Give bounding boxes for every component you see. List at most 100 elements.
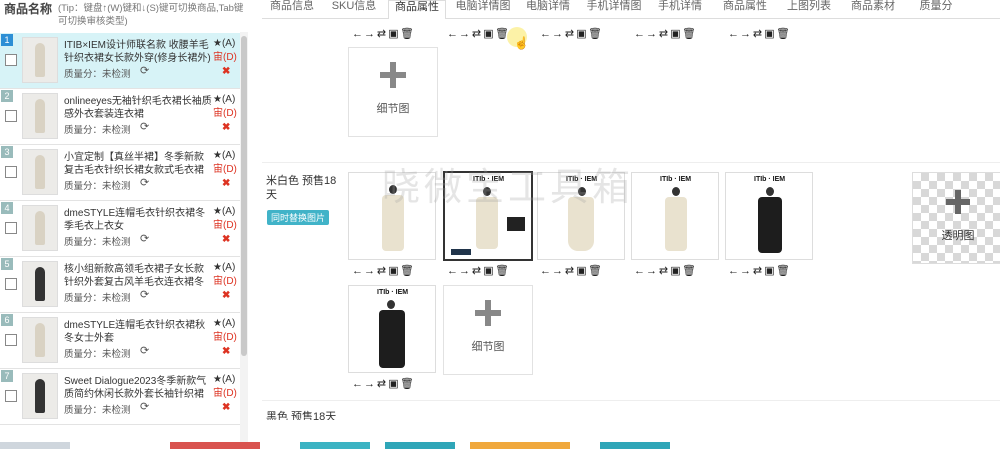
close-icon[interactable]: ✖ <box>213 233 239 247</box>
product-row[interactable]: 3 小宜定制【真丝半裙】冬季新款复古毛衣针织长裙女款式毛衣裙子套装质量分：未检测 ⟳… <box>0 145 240 201</box>
refresh-icon[interactable]: ⟳ <box>140 400 149 413</box>
image-icon[interactable]: ▣ <box>483 264 495 278</box>
close-icon[interactable]: ✖ <box>213 65 239 79</box>
image-icon[interactable]: ▣ <box>483 27 495 41</box>
delete-button[interactable]: 宙(D) <box>213 219 239 233</box>
close-icon[interactable]: ✖ <box>213 289 239 303</box>
product-row[interactable]: 6 dmeSTYLE连帽毛衣针织衣裙秋冬女士外套 质量分：未检测 ⟳ ★(A) 宙(D) ✖ <box>0 313 240 369</box>
arrow-right-icon[interactable]: → <box>364 27 376 41</box>
star-button[interactable]: ★(A) <box>213 149 239 163</box>
product-image-5[interactable]: ITIb · IEM <box>725 172 813 260</box>
image-icon[interactable]: ▣ <box>388 377 400 391</box>
repeat-icon[interactable]: ⇄ <box>471 27 483 41</box>
tab-product-info[interactable]: 商品信息 <box>262 0 322 18</box>
arrow-left-icon[interactable]: ← <box>634 264 646 278</box>
refresh-icon[interactable]: ⟳ <box>140 64 149 77</box>
repeat-icon[interactable]: ⇄ <box>564 27 576 41</box>
row-checkbox[interactable] <box>5 390 17 402</box>
repeat-icon[interactable]: ⇄ <box>658 264 670 278</box>
arrow-right-icon[interactable]: → <box>459 27 471 41</box>
arrow-left-icon[interactable]: ← <box>540 27 552 41</box>
trash-icon[interactable]: 🗑 <box>588 264 602 278</box>
transparent-image-button[interactable]: 透明图 <box>912 172 1000 264</box>
tab-mobile-detail[interactable]: 手机详情 <box>652 0 708 18</box>
row-checkbox[interactable] <box>5 334 17 346</box>
arrow-left-icon[interactable]: ← <box>447 27 459 41</box>
product-image-6[interactable]: ITIb · IEM <box>348 285 436 373</box>
product-row[interactable]: 1 ITIB×IEM设计师联名款 收腰羊毛针织衣裙女长款外穿(修身长裙外) 质量分：… <box>0 33 240 89</box>
arrow-left-icon[interactable]: ← <box>352 264 364 278</box>
tab-product-images[interactable]: 商品属性 <box>388 0 446 20</box>
trash-icon[interactable]: 🗑 <box>400 264 414 278</box>
trash-icon[interactable]: 🗑 <box>400 377 414 391</box>
tab-product-materials[interactable]: 商品素材 <box>844 0 902 18</box>
arrow-right-icon[interactable]: → <box>646 264 658 278</box>
close-icon[interactable]: ✖ <box>213 401 239 415</box>
product-thumbnail[interactable] <box>22 317 58 363</box>
tab-mobile-detail-images[interactable]: 手机详情图 <box>580 0 648 18</box>
image-icon[interactable]: ▣ <box>388 27 400 41</box>
tab-pc-detail-images[interactable]: 电脑详情图 <box>450 0 516 18</box>
arrow-right-icon[interactable]: → <box>552 27 564 41</box>
product-thumbnail[interactable] <box>22 149 58 195</box>
product-thumbnail[interactable] <box>22 261 58 307</box>
row-checkbox[interactable] <box>5 278 17 290</box>
add-detail-image-button-2[interactable]: 细节图 <box>443 285 533 375</box>
product-thumbnail[interactable] <box>22 373 58 419</box>
arrow-right-icon[interactable]: → <box>364 264 376 278</box>
delete-button[interactable]: 宙(D) <box>213 331 239 345</box>
product-row[interactable]: 5 核小组新款高领毛衣裙子女长款针织外套复古风羊毛衣连衣裙冬季质量分：未检测 ⟳ ★(… <box>0 257 240 313</box>
row-checkbox[interactable] <box>5 222 17 234</box>
delete-button[interactable]: 宙(D) <box>213 163 239 177</box>
image-icon[interactable]: ▣ <box>670 27 682 41</box>
star-button[interactable]: ★(A) <box>213 93 239 107</box>
trash-icon[interactable]: 🗑 <box>495 27 509 41</box>
delete-button[interactable]: 宙(D) <box>213 51 239 65</box>
tab-sku-info[interactable]: SKU信息 <box>324 0 384 18</box>
repeat-icon[interactable]: ⇄ <box>658 27 670 41</box>
row-checkbox[interactable] <box>5 54 17 66</box>
product-row[interactable]: 4 dmeSTYLE连帽毛衣针织衣裙冬季毛衣上衣女 质量分：未检测 ⟳ ★(A) 宙(D)… <box>0 201 240 257</box>
arrow-left-icon[interactable]: ← <box>728 27 740 41</box>
refresh-icon[interactable]: ⟳ <box>140 344 149 357</box>
arrow-right-icon[interactable]: → <box>459 264 471 278</box>
product-row[interactable]: 2 onlineeyes无袖针织毛衣裙长袖质感外衣套装连衣裙 质量分：未检测 ⟳ ★(A… <box>0 89 240 145</box>
star-button[interactable]: ★(A) <box>213 37 239 51</box>
trash-icon[interactable]: 🗑 <box>682 27 696 41</box>
tab-product-attributes[interactable]: 商品属性 <box>716 0 774 18</box>
row-checkbox[interactable] <box>5 110 17 122</box>
arrow-right-icon[interactable]: → <box>552 264 564 278</box>
refresh-icon[interactable]: ⟳ <box>140 120 149 133</box>
repeat-icon[interactable]: ⇄ <box>376 27 388 41</box>
repeat-icon[interactable]: ⇄ <box>752 27 764 41</box>
close-icon[interactable]: ✖ <box>213 345 239 359</box>
delete-button[interactable]: 宙(D) <box>213 387 239 401</box>
star-button[interactable]: ★(A) <box>213 373 239 387</box>
delete-button[interactable]: 宙(D) <box>213 107 239 121</box>
refresh-icon[interactable]: ⟳ <box>140 232 149 245</box>
star-button[interactable]: ★(A) <box>213 317 239 331</box>
repeat-icon[interactable]: ⇄ <box>376 377 388 391</box>
trash-icon[interactable]: 🗑 <box>776 264 790 278</box>
arrow-left-icon[interactable]: ← <box>540 264 552 278</box>
trash-icon[interactable]: 🗑 <box>400 27 414 41</box>
repeat-icon[interactable]: ⇄ <box>752 264 764 278</box>
arrow-right-icon[interactable]: → <box>646 27 658 41</box>
product-image-4[interactable]: ITIb · IEM <box>631 172 719 260</box>
arrow-left-icon[interactable]: ← <box>728 264 740 278</box>
trash-icon[interactable]: 🗑 <box>588 27 602 41</box>
close-icon[interactable]: ✖ <box>213 177 239 191</box>
replace-images-badge[interactable]: 同时替换图片 <box>267 210 330 225</box>
arrow-left-icon[interactable]: ← <box>447 264 459 278</box>
image-icon[interactable]: ▣ <box>388 264 400 278</box>
arrow-left-icon[interactable]: ← <box>352 27 364 41</box>
repeat-icon[interactable]: ⇄ <box>376 264 388 278</box>
add-detail-image-button[interactable]: 细节图 <box>348 47 438 137</box>
image-icon[interactable]: ▣ <box>764 264 776 278</box>
row-checkbox[interactable] <box>5 166 17 178</box>
product-row[interactable]: 7 Sweet Dialogue2023冬季新款气质简约休闲长款外套长袖针织裙 质量… <box>0 369 240 425</box>
image-icon[interactable]: ▣ <box>576 264 588 278</box>
tab-image-list[interactable]: 上图列表 <box>780 0 838 18</box>
arrow-left-icon[interactable]: ← <box>634 27 646 41</box>
delete-button[interactable]: 宙(D) <box>213 275 239 289</box>
